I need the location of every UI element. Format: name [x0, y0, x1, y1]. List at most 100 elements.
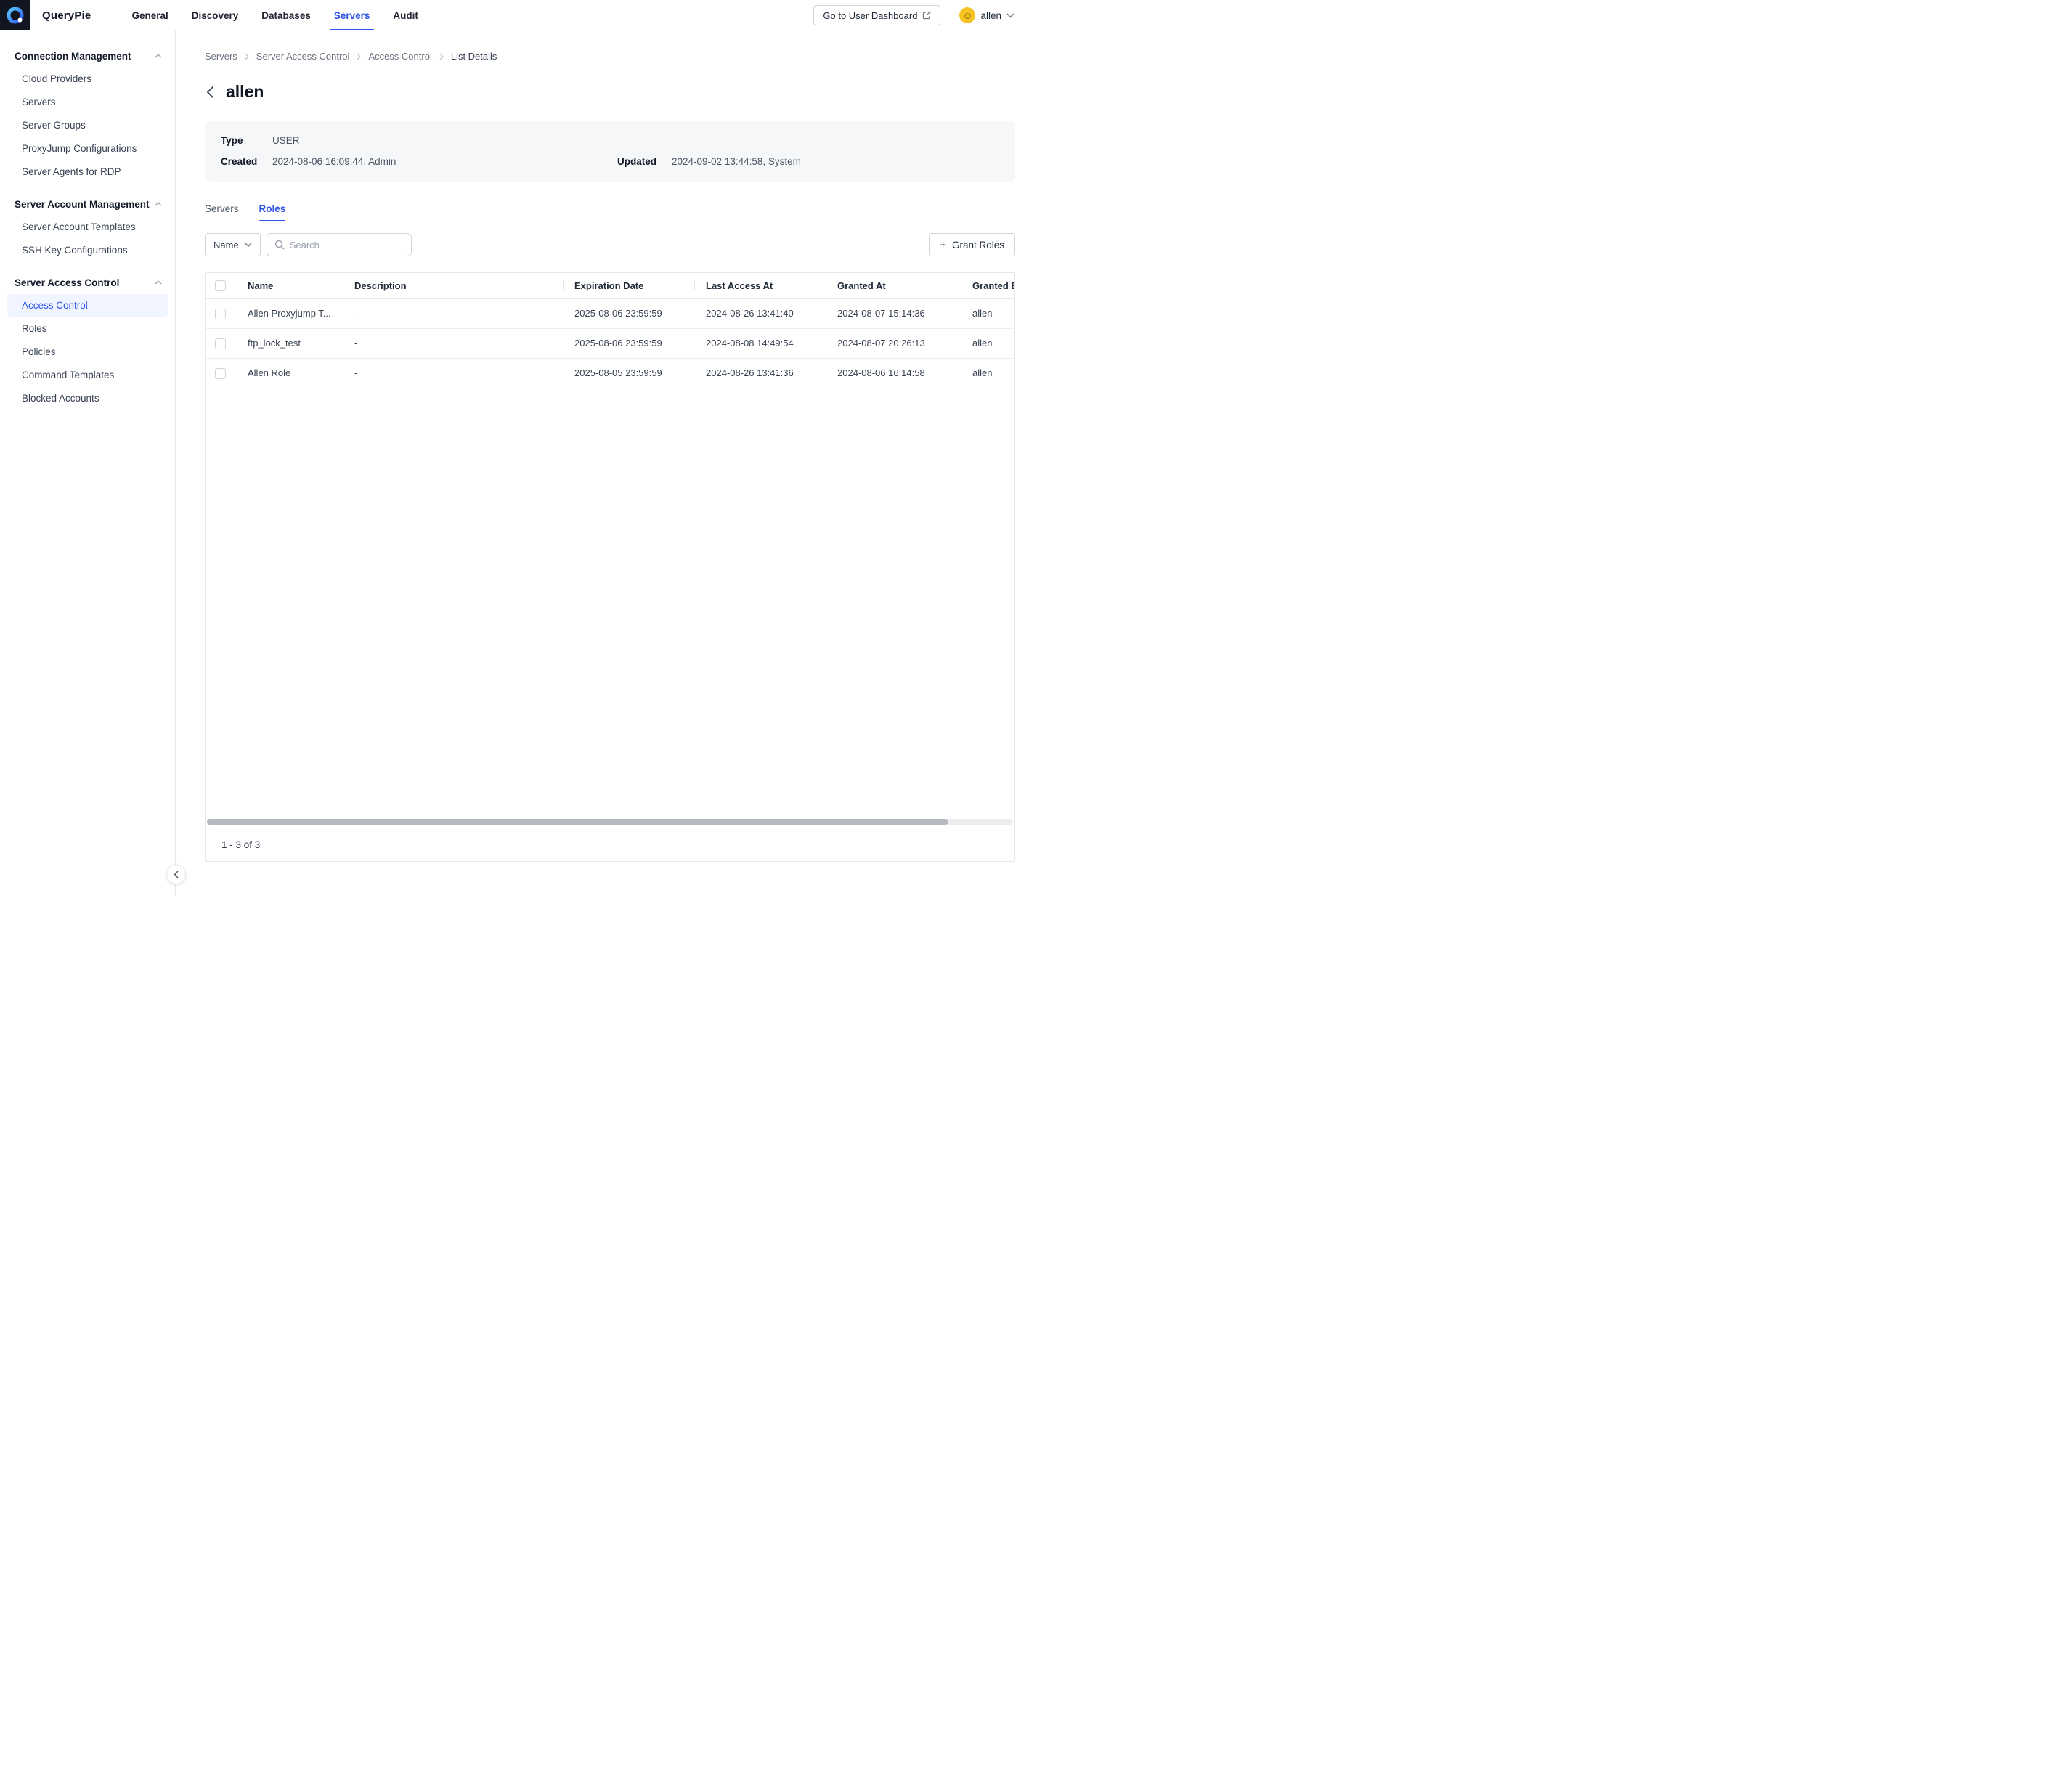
- sidebar-item-roles[interactable]: Roles: [7, 317, 168, 340]
- nav-item-discovery[interactable]: Discovery: [180, 0, 251, 30]
- sidebar-section-connection-management[interactable]: Connection Management: [0, 45, 175, 67]
- cell-granted_by: allen: [961, 298, 1014, 328]
- search-icon: [274, 240, 285, 250]
- updated-field: Updated 2024-09-02 13:44:58, System: [617, 156, 801, 167]
- column-header-expiration-date[interactable]: Expiration Date: [563, 273, 694, 298]
- sidebar-collapse-button[interactable]: [166, 865, 186, 884]
- grant-roles-label: Grant Roles: [952, 240, 1004, 251]
- chevron-right-icon: [357, 53, 361, 60]
- chevron-left-icon: [206, 86, 214, 99]
- brand-name: QueryPie: [42, 9, 91, 22]
- nav-item-servers[interactable]: Servers: [322, 0, 382, 30]
- tab-servers[interactable]: Servers: [205, 203, 239, 221]
- sidebar-item-servers[interactable]: Servers: [7, 91, 168, 113]
- sidebar-item-access-control[interactable]: Access Control: [7, 294, 168, 317]
- sidebar: Connection ManagementCloud ProvidersServ…: [0, 30, 176, 896]
- nav-item-general[interactable]: General: [120, 0, 179, 30]
- chevron-right-icon: [439, 53, 444, 60]
- cell-name: ftp_lock_test: [236, 328, 343, 358]
- cell-description: -: [343, 298, 563, 328]
- querypie-logo[interactable]: [0, 0, 30, 30]
- roles-table: NameDescriptionExpiration DateLast Acces…: [206, 273, 1014, 388]
- user-name: allen: [980, 10, 1001, 21]
- cell-last_access_at: 2024-08-08 14:49:54: [694, 328, 826, 358]
- type-value: USER: [272, 135, 300, 146]
- table-row[interactable]: ftp_lock_test-2025-08-06 23:59:592024-08…: [206, 328, 1014, 358]
- nav-item-audit[interactable]: Audit: [381, 0, 430, 30]
- filter-row: Name + Grant Roles: [205, 233, 1015, 256]
- chevron-left-icon: [174, 871, 179, 879]
- breadcrumb-item-server-access-control[interactable]: Server Access Control: [256, 51, 350, 62]
- select-all-checkbox[interactable]: [215, 280, 226, 291]
- search-input[interactable]: [290, 240, 404, 251]
- select-all-header-cell: [206, 273, 236, 298]
- primary-nav: GeneralDiscoveryDatabasesServersAudit: [120, 0, 429, 30]
- cell-granted_at: 2024-08-06 16:14:58: [826, 358, 961, 388]
- tab-roles[interactable]: Roles: [259, 203, 286, 221]
- created-field: Created 2024-08-06 16:09:44, Admin: [221, 156, 617, 167]
- horizontal-scrollbar[interactable]: [207, 819, 1013, 825]
- page-header: allen: [205, 82, 1015, 102]
- querypie-logo-icon: [6, 6, 25, 25]
- sidebar-section-server-access-control[interactable]: Server Access Control: [0, 272, 175, 293]
- sidebar-section-server-account-management[interactable]: Server Account Management: [0, 193, 175, 215]
- sidebar-item-server-groups[interactable]: Server Groups: [7, 114, 168, 137]
- chevron-down-icon: [245, 243, 252, 247]
- column-header-last-access-at[interactable]: Last Access At: [694, 273, 826, 298]
- chevron-down-icon: [1006, 13, 1014, 18]
- column-header-description[interactable]: Description: [343, 273, 563, 298]
- go-to-user-dashboard-button[interactable]: Go to User Dashboard: [813, 5, 940, 25]
- page-title: allen: [226, 82, 264, 102]
- breadcrumb-item-list-details: List Details: [451, 51, 497, 62]
- sidebar-item-cloud-providers[interactable]: Cloud Providers: [7, 68, 168, 90]
- detail-tabs: Servers Roles: [205, 203, 1015, 221]
- column-header-granted-at[interactable]: Granted At: [826, 273, 961, 298]
- row-checkbox[interactable]: [215, 338, 226, 349]
- cell-last_access_at: 2024-08-26 13:41:36: [694, 358, 826, 388]
- sidebar-item-server-agents-for-rdp[interactable]: Server Agents for RDP: [7, 160, 168, 183]
- column-header-granted-by[interactable]: Granted By: [961, 273, 1014, 298]
- breadcrumb-item-servers[interactable]: Servers: [205, 51, 237, 62]
- table-footer: 1 - 3 of 3: [206, 828, 1014, 861]
- row-checkbox[interactable]: [215, 309, 226, 319]
- filter-field-select[interactable]: Name: [205, 233, 261, 256]
- top-nav-right: Go to User Dashboard ☺ allen: [813, 5, 1014, 25]
- cell-expiration_date: 2025-08-05 23:59:59: [563, 358, 694, 388]
- search-box: [267, 233, 412, 256]
- user-menu[interactable]: ☺ allen: [959, 7, 1014, 23]
- top-nav: QueryPie GeneralDiscoveryDatabasesServer…: [0, 0, 1029, 30]
- row-checkbox-cell: [206, 358, 236, 388]
- updated-label: Updated: [617, 156, 661, 167]
- chevron-up-icon: [155, 280, 162, 285]
- details-card: Type USER Created 2024-08-06 16:09:44, A…: [205, 121, 1015, 182]
- grant-roles-button[interactable]: + Grant Roles: [929, 233, 1015, 256]
- sidebar-item-server-account-templates[interactable]: Server Account Templates: [7, 216, 168, 238]
- sidebar-item-policies[interactable]: Policies: [7, 341, 168, 363]
- sidebar-item-blocked-accounts[interactable]: Blocked Accounts: [7, 387, 168, 410]
- cell-description: -: [343, 358, 563, 388]
- cell-granted_at: 2024-08-07 15:14:36: [826, 298, 961, 328]
- chevron-right-icon: [245, 53, 249, 60]
- sidebar-item-command-templates[interactable]: Command Templates: [7, 364, 168, 386]
- sidebar-section-title: Server Access Control: [15, 277, 119, 288]
- created-value: 2024-08-06 16:09:44, Admin: [272, 156, 396, 167]
- roles-table-card: NameDescriptionExpiration DateLast Acces…: [205, 272, 1015, 862]
- nav-item-databases[interactable]: Databases: [250, 0, 322, 30]
- sidebar-item-proxyjump-configurations[interactable]: ProxyJump Configurations: [7, 137, 168, 160]
- plus-icon: +: [940, 240, 946, 251]
- row-checkbox-cell: [206, 328, 236, 358]
- sidebar-item-ssh-key-configurations[interactable]: SSH Key Configurations: [7, 239, 168, 261]
- cell-granted_by: allen: [961, 358, 1014, 388]
- column-header-name[interactable]: Name: [236, 273, 343, 298]
- row-checkbox[interactable]: [215, 368, 226, 379]
- avatar: ☺: [959, 7, 975, 23]
- table-row[interactable]: Allen Proxyjump T...-2025-08-06 23:59:59…: [206, 298, 1014, 328]
- scrollbar-thumb[interactable]: [207, 819, 948, 825]
- table-row[interactable]: Allen Role-2025-08-05 23:59:592024-08-26…: [206, 358, 1014, 388]
- back-button[interactable]: [205, 84, 216, 100]
- chevron-up-icon: [155, 202, 162, 206]
- type-label: Type: [221, 135, 261, 146]
- breadcrumb-item-access-control[interactable]: Access Control: [368, 51, 431, 62]
- main-content: Servers Server Access Control Access Contr…: [176, 30, 1029, 896]
- sidebar-section-title: Server Account Management: [15, 199, 150, 210]
